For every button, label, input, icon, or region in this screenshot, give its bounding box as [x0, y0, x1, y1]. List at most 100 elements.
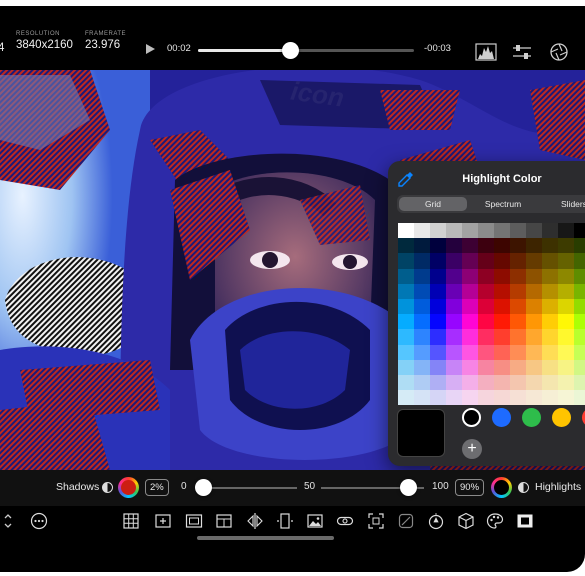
compass-icon[interactable] [427, 512, 445, 530]
color-grid-cell[interactable] [430, 390, 446, 406]
color-grid-cell[interactable] [430, 314, 446, 330]
color-grid-cell[interactable] [542, 359, 558, 375]
color-grid-cell[interactable] [510, 359, 526, 375]
more-icon[interactable] [30, 512, 48, 530]
color-grid-cell[interactable] [478, 359, 494, 375]
color-grid-cell[interactable] [558, 223, 574, 239]
color-grid-cell[interactable] [574, 314, 585, 330]
palette-icon[interactable] [486, 512, 504, 530]
color-grid-cell[interactable] [446, 268, 462, 284]
color-grid-cell[interactable] [494, 223, 510, 239]
focus-icon[interactable] [367, 512, 385, 530]
color-grid-cell[interactable] [542, 268, 558, 284]
color-swatch[interactable] [522, 408, 541, 427]
color-grid-cell[interactable] [574, 359, 585, 375]
color-grid-cell[interactable] [462, 223, 478, 239]
color-grid-cell[interactable] [542, 298, 558, 315]
color-swatch[interactable] [462, 408, 481, 427]
scrubber-knob[interactable] [282, 42, 300, 59]
color-grid-cell[interactable] [446, 223, 462, 239]
color-grid-cell[interactable] [558, 359, 574, 375]
color-grid-cell[interactable] [398, 223, 414, 239]
color-grid-cell[interactable] [542, 283, 558, 299]
color-grid-cell[interactable] [542, 390, 558, 406]
color-grid-cell[interactable] [430, 359, 446, 375]
color-grid-cell[interactable] [574, 253, 585, 269]
play-icon[interactable] [146, 44, 155, 54]
color-grid-cell[interactable] [526, 298, 542, 315]
color-grid-cell[interactable] [462, 390, 478, 406]
color-grid-cell[interactable] [478, 268, 494, 284]
color-grid-cell[interactable] [430, 298, 446, 315]
color-grid-cell[interactable] [510, 374, 526, 391]
color-grid-cell[interactable] [526, 374, 542, 391]
color-grid-cell[interactable] [526, 390, 542, 406]
color-grid-cell[interactable] [478, 374, 494, 391]
color-grid-cell[interactable] [494, 314, 510, 330]
color-grid-cell[interactable] [558, 253, 574, 269]
color-grid-cell[interactable] [430, 283, 446, 299]
color-grid-cell[interactable] [494, 298, 510, 315]
color-grid-cell[interactable] [462, 359, 478, 375]
color-grid-cell[interactable] [494, 374, 510, 391]
color-grid-cell[interactable] [478, 238, 494, 254]
tab-grid[interactable]: Grid [399, 197, 467, 211]
color-grid-cell[interactable] [414, 390, 430, 406]
color-grid-cell[interactable] [574, 374, 585, 391]
color-grid-cell[interactable] [398, 283, 414, 299]
color-grid-cell[interactable] [398, 238, 414, 254]
color-grid-cell[interactable] [462, 344, 478, 360]
split-icon[interactable] [276, 512, 294, 530]
color-grid-cell[interactable] [526, 268, 542, 284]
link-icon[interactable] [336, 512, 354, 530]
color-grid-cell[interactable] [542, 374, 558, 391]
color-grid-cell[interactable] [462, 268, 478, 284]
color-grid-cell[interactable] [462, 329, 478, 345]
color-grid-cell[interactable] [542, 344, 558, 360]
color-grid-cell[interactable] [414, 374, 430, 391]
color-grid-cell[interactable] [542, 223, 558, 239]
playback-scrubber[interactable] [198, 49, 414, 52]
color-grid-cell[interactable] [462, 374, 478, 391]
shadows-color-picker[interactable] [118, 477, 139, 498]
color-grid-cell[interactable] [542, 329, 558, 345]
color-grid-cell[interactable] [462, 298, 478, 315]
color-grid-cell[interactable] [526, 329, 542, 345]
safe-area-icon[interactable] [185, 512, 203, 530]
color-grid-cell[interactable] [462, 238, 478, 254]
color-grid-cell[interactable] [542, 238, 558, 254]
color-grid-cell[interactable] [446, 253, 462, 269]
color-grid-cell[interactable] [510, 238, 526, 254]
color-grid-cell[interactable] [494, 238, 510, 254]
color-grid-cell[interactable] [446, 344, 462, 360]
color-grid-cell[interactable] [526, 314, 542, 330]
color-grid-cell[interactable] [494, 344, 510, 360]
color-grid-cell[interactable] [558, 344, 574, 360]
tab-sliders[interactable]: Sliders [540, 197, 585, 211]
color-grid-cell[interactable] [478, 298, 494, 315]
color-grid-cell[interactable] [478, 283, 494, 299]
color-grid-cell[interactable] [558, 329, 574, 345]
color-grid-cell[interactable] [414, 329, 430, 345]
lower-range-knob[interactable] [195, 479, 212, 496]
color-grid-cell[interactable] [430, 223, 446, 239]
color-grid-cell[interactable] [414, 223, 430, 239]
color-grid-cell[interactable] [398, 359, 414, 375]
color-grid-cell[interactable] [526, 283, 542, 299]
color-grid-cell[interactable] [398, 390, 414, 406]
color-grid-cell[interactable] [430, 268, 446, 284]
color-grid-cell[interactable] [414, 268, 430, 284]
color-grid-cell[interactable] [414, 238, 430, 254]
levels-icon[interactable] [511, 42, 533, 62]
color-grid-cell[interactable] [446, 283, 462, 299]
color-grid-cell[interactable] [398, 344, 414, 360]
color-grid-cell[interactable] [526, 238, 542, 254]
color-grid-cell[interactable] [494, 359, 510, 375]
color-grid-cell[interactable] [558, 298, 574, 315]
color-grid-cell[interactable] [430, 253, 446, 269]
color-grid-cell[interactable] [542, 314, 558, 330]
grid-overlay-icon[interactable] [122, 512, 140, 530]
color-grid-cell[interactable] [558, 374, 574, 391]
color-grid-cell[interactable] [446, 390, 462, 406]
color-grid-cell[interactable] [462, 314, 478, 330]
